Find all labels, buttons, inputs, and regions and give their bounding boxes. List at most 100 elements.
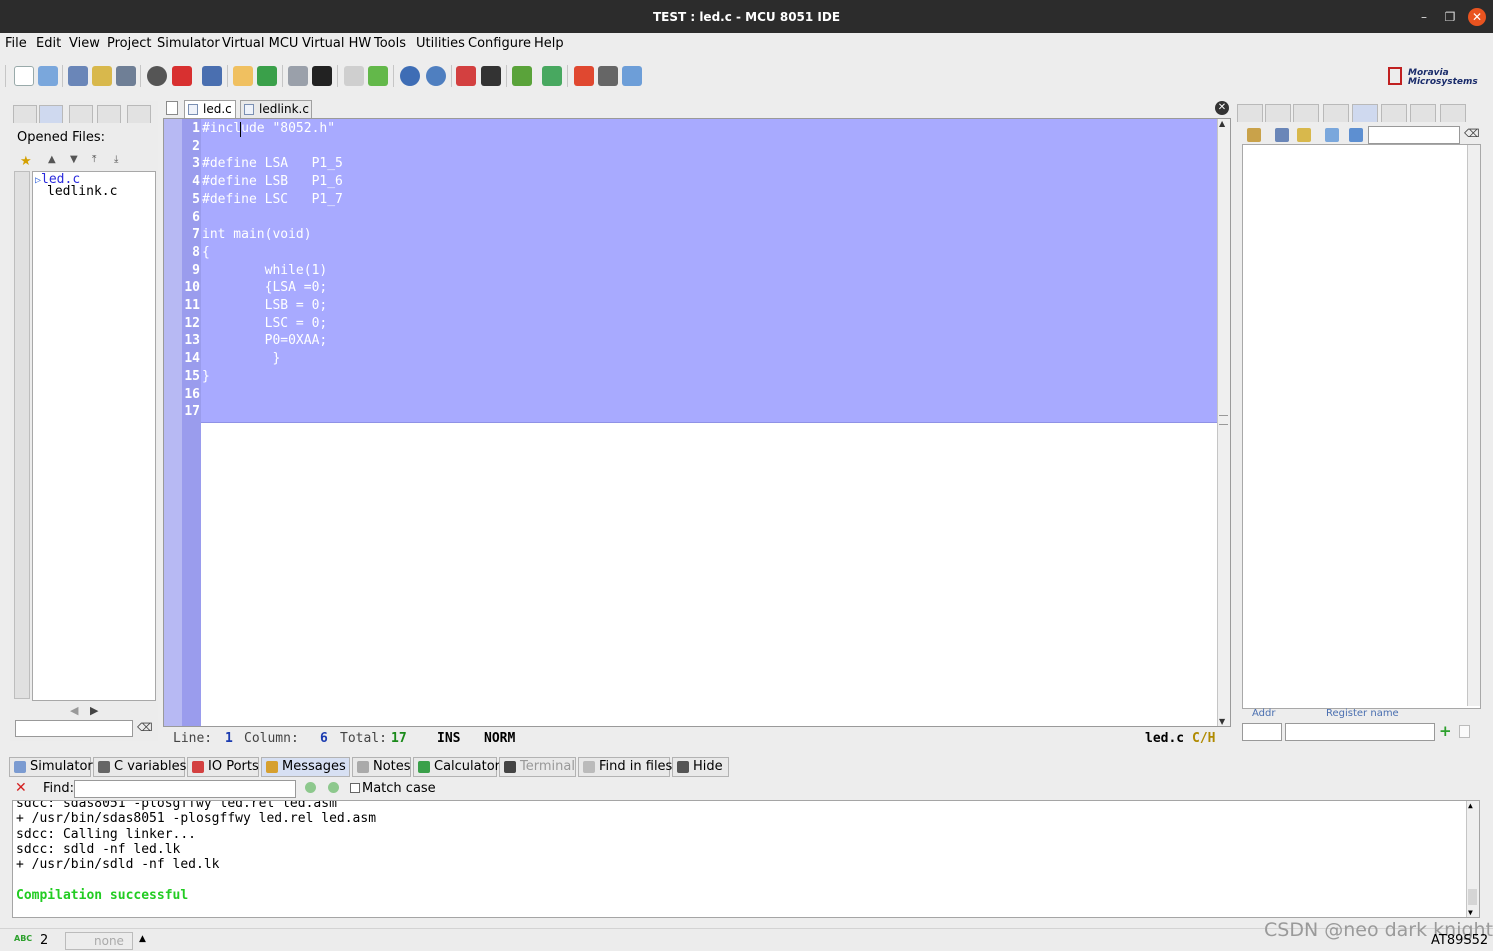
restore-button[interactable]: ❐ [1441,8,1459,26]
zoom-icon[interactable] [288,66,308,86]
panel-collapse-icon[interactable] [13,105,37,123]
move-up-icon[interactable]: ▲ [48,154,56,165]
menu-view[interactable]: View [69,36,100,51]
import-icon[interactable] [542,66,562,86]
project-files-tab[interactable] [69,105,93,123]
files-scrollbar[interactable] [14,171,30,699]
register-scrollbar[interactable] [1467,145,1480,706]
status-menu-arrow-icon[interactable]: ▲ [139,934,146,944]
compile-icon[interactable] [312,66,332,86]
addr-input[interactable] [1242,723,1282,741]
register-search-input[interactable] [1368,126,1460,144]
scroll-up-icon[interactable]: ▲ [1468,801,1473,810]
registers-tab[interactable] [1352,104,1378,122]
tab-io-ports[interactable]: IO Ports [187,757,259,777]
open-icon[interactable] [1325,128,1339,142]
symbols-tab[interactable] [1293,104,1319,122]
tools-tab[interactable] [1410,104,1436,122]
plug-icon[interactable] [598,66,618,86]
wave-icon[interactable] [622,66,642,86]
exit-icon[interactable] [172,66,192,86]
save-as-icon[interactable] [1297,128,1311,142]
clear-search-icon[interactable]: ⌫ [1464,127,1480,140]
menu-edit[interactable]: Edit [36,36,61,51]
menu-project[interactable]: Project [107,36,151,51]
fs-browser-tab[interactable] [97,105,121,123]
menu-configure[interactable]: Configure [468,36,531,51]
tab-ledlink-c[interactable]: ledlink.c [240,100,312,118]
scroll-right-icon[interactable]: ▶ [90,704,98,717]
scroll-thumb[interactable] [1468,889,1477,905]
tab-terminal[interactable]: Terminal [499,757,576,777]
info-tab[interactable] [1323,104,1349,122]
star-icon[interactable]: ★ [20,154,34,169]
new-tab-icon[interactable] [166,101,178,115]
file-filter-input[interactable] [15,720,133,737]
spellcheck-icon[interactable]: ABC [14,934,32,947]
scroll-up-icon[interactable]: ▲ [1219,119,1225,128]
tab-notes[interactable]: Notes [352,757,411,777]
list-item[interactable]: ledlink.c [47,184,117,199]
menu-virtual-mcu[interactable]: Virtual MCU [222,36,298,51]
scroll-grip[interactable] [1219,415,1228,425]
clear-icon[interactable] [1459,725,1470,738]
close-tab-icon[interactable]: ✕ [1215,101,1229,115]
move-down-icon[interactable]: ▼ [70,154,78,165]
menu-utilities[interactable]: Utilities [416,36,465,51]
match-case-checkbox[interactable] [350,783,360,793]
close-button[interactable]: ✕ [1468,8,1486,26]
goto-line-icon[interactable] [257,66,277,86]
tab-c-variables[interactable]: C variables [93,757,186,777]
tab-simulator[interactable]: Simulator [9,757,93,777]
clear-filter-icon[interactable]: ⌫ [137,721,153,734]
add-icon[interactable]: + [1439,722,1452,740]
tab-messages[interactable]: Messages [261,757,350,777]
tab-hide[interactable]: Hide [672,757,729,777]
open-file-icon[interactable] [38,66,58,86]
step-icon[interactable] [344,66,364,86]
search-icon[interactable] [1247,128,1261,142]
find-input[interactable] [74,780,296,798]
save-icon[interactable] [1275,128,1289,142]
menu-simulator[interactable]: Simulator [157,36,220,51]
matrix-icon[interactable] [481,66,501,86]
pencil-icon[interactable] [512,66,532,86]
breakpoints-tab[interactable] [1265,104,1291,122]
folder-icon[interactable] [1349,128,1363,142]
hex-to-bin-icon[interactable] [400,66,420,86]
save-icon[interactable] [68,66,88,86]
status-none-field[interactable]: none [65,932,133,950]
move-bottom-icon[interactable]: ⤓ [114,154,118,165]
move-top-icon[interactable]: ⤒ [92,154,96,165]
bin-to-hex-icon[interactable] [426,66,446,86]
find-next-icon[interactable] [328,782,339,793]
chip-icon[interactable] [456,66,476,86]
clear-messages-icon[interactable]: ✕ [15,780,27,796]
tab-led-c[interactable]: led.c [184,100,236,118]
bookmark-tab[interactable] [1237,104,1263,122]
save-all-icon[interactable] [116,66,136,86]
scroll-left-icon[interactable]: ◀ [70,704,78,717]
register-name-input[interactable] [1285,723,1435,741]
menu-help[interactable]: Help [534,36,564,51]
hardware-tab[interactable] [1381,104,1407,122]
tab-calculator[interactable]: Calculator [413,757,500,777]
scroll-down-icon[interactable]: ▼ [1468,908,1473,917]
code-editor[interactable]: 1 #include "8052.h" 2 3 #define LSA P1_5 4 #de… [163,118,1231,727]
minimize-button[interactable]: – [1415,8,1433,26]
scroll-down-icon[interactable]: ▼ [1219,717,1225,726]
menu-tools[interactable]: Tools [374,36,406,51]
editor-scrollbar[interactable]: ▲ ▼ [1217,119,1230,726]
panel-expand-icon[interactable] [1440,104,1466,122]
menu-file[interactable]: File [5,36,27,51]
find-icon[interactable] [233,66,253,86]
tab-find-in-files[interactable]: Find in files [578,757,672,777]
messages-scrollbar[interactable]: ▲ ▼ [1466,801,1479,917]
find-prev-icon[interactable] [305,782,316,793]
close-file-icon[interactable] [147,66,167,86]
sfr-map-tab[interactable] [127,105,151,123]
menu-virtual-hw[interactable]: Virtual HW [302,36,371,51]
new-file-icon[interactable] [14,66,34,86]
opened-files-tab[interactable] [39,105,63,123]
rocket-icon[interactable] [574,66,594,86]
